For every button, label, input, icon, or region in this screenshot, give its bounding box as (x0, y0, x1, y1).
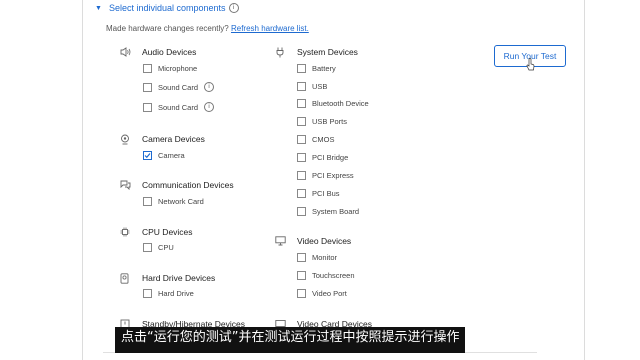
info-icon[interactable]: i (204, 102, 215, 112)
video-subtitle: 点击“运行您的测试”并在测试运行过程中按照提示进行操作 (115, 327, 466, 353)
item-label: Monitor (312, 253, 338, 262)
group-cpu: CPU Devices (120, 226, 193, 238)
checkbox[interactable] (297, 99, 306, 108)
group-title-hard-drive: Hard Drive Devices (142, 273, 216, 283)
group-title-cpu: CPU Devices (142, 227, 193, 237)
plug-icon (275, 47, 289, 58)
item-label: CPU (158, 243, 174, 252)
checkbox[interactable] (143, 289, 152, 298)
item-label: Video Port (312, 289, 347, 298)
checkbox-item-network-card[interactable]: Network Card (143, 197, 204, 206)
checkbox[interactable] (297, 82, 306, 91)
checkbox-item-battery[interactable]: Battery (297, 64, 336, 73)
info-icon[interactable]: i (204, 82, 215, 92)
checkbox-item-cmos[interactable]: CMOS (297, 135, 335, 144)
checkbox-item-video-port[interactable]: Video Port (297, 289, 347, 298)
item-label: Bluetooth Device (312, 99, 369, 108)
checkbox-item-pci-bus[interactable]: PCI Bus (297, 189, 340, 198)
checkbox-item-sound-card-1[interactable]: Sound Card i (143, 82, 215, 92)
checkbox-item-pci-bridge[interactable]: PCI Bridge (297, 153, 348, 162)
checkbox-item-monitor[interactable]: Monitor (297, 253, 337, 262)
checkbox-item-usb-ports[interactable]: USB Ports (297, 117, 347, 126)
checkbox[interactable] (297, 253, 306, 262)
group-title-communication: Communication Devices (142, 180, 234, 190)
group-video: Video Devices (275, 235, 351, 247)
group-title-camera: Camera Devices (142, 134, 205, 144)
item-label: System Board (312, 207, 360, 216)
right-divider (584, 0, 585, 360)
components-title: Select individual components (108, 3, 226, 13)
hard-drive-icon (120, 272, 134, 284)
speaker-icon (120, 47, 134, 57)
checkbox[interactable] (143, 64, 152, 73)
chat-icon (120, 180, 134, 190)
item-label: USB (312, 82, 328, 91)
item-label: Sound Card (158, 82, 199, 92)
checkbox[interactable] (143, 243, 152, 252)
item-label: USB Ports (312, 117, 348, 126)
checkbox[interactable] (143, 82, 152, 92)
group-system: System Devices (275, 46, 358, 58)
refresh-hardware-link[interactable]: Refresh hardware list. (231, 24, 309, 33)
checkbox[interactable] (297, 153, 306, 162)
checkbox[interactable] (297, 171, 306, 180)
item-label: Battery (312, 64, 336, 73)
item-label: Network Card (158, 197, 204, 206)
checkbox-item-cpu[interactable]: CPU (143, 243, 174, 252)
item-label: Touchscreen (312, 271, 355, 280)
checkbox[interactable] (143, 102, 152, 112)
checkbox-item-microphone[interactable]: Microphone (143, 64, 197, 73)
hand-cursor-icon (526, 58, 535, 71)
item-label: Microphone (158, 64, 198, 73)
group-title-system: System Devices (297, 47, 358, 57)
checkbox-item-pci-express[interactable]: PCI Express (297, 171, 354, 180)
left-divider (82, 0, 83, 360)
prompt-text: Made hardware changes recently? (106, 24, 229, 33)
group-communication: Communication Devices (120, 179, 234, 191)
item-label: Sound Card (158, 102, 199, 112)
group-title-video: Video Devices (297, 236, 352, 246)
checkbox[interactable] (297, 289, 306, 298)
checkbox-item-camera[interactable]: Camera (143, 151, 185, 160)
hardware-prompt: Made hardware changes recently? Refresh … (106, 24, 309, 33)
group-title-audio: Audio Devices (142, 47, 197, 57)
item-label: PCI Express (312, 171, 354, 180)
checkmark-icon (144, 153, 151, 159)
group-audio: Audio Devices (120, 46, 196, 58)
checkbox-item-bluetooth[interactable]: Bluetooth Device (297, 99, 369, 108)
checkbox[interactable] (297, 117, 306, 126)
item-label: CMOS (312, 135, 335, 144)
item-label: PCI Bridge (312, 153, 349, 162)
components-header[interactable]: ▼ Select individual components i (95, 3, 239, 13)
checkbox-item-touchscreen[interactable]: Touchscreen (297, 271, 355, 280)
item-label: Camera (158, 151, 185, 160)
group-hard-drive: Hard Drive Devices (120, 272, 215, 284)
webcam-icon (120, 134, 134, 145)
checkbox[interactable] (297, 64, 306, 73)
chip-icon (120, 227, 134, 237)
checkbox[interactable] (297, 271, 306, 280)
monitor-icon (275, 236, 289, 246)
checkbox[interactable] (143, 197, 152, 206)
checkbox-item-system-board[interactable]: System Board (297, 207, 359, 216)
checkbox[interactable] (297, 135, 306, 144)
checkbox-checked[interactable] (143, 151, 152, 160)
checkbox[interactable] (297, 189, 306, 198)
info-icon[interactable]: i (228, 3, 239, 13)
item-label: PCI Bus (312, 189, 340, 198)
caret-down-icon: ▼ (95, 4, 102, 12)
checkbox-item-usb[interactable]: USB (297, 82, 327, 91)
checkbox[interactable] (297, 207, 306, 216)
group-camera: Camera Devices (120, 133, 205, 145)
checkbox-item-hard-drive[interactable]: Hard Drive (143, 289, 194, 298)
item-label: Hard Drive (158, 289, 194, 298)
checkbox-item-sound-card-2[interactable]: Sound Card i (143, 102, 215, 112)
